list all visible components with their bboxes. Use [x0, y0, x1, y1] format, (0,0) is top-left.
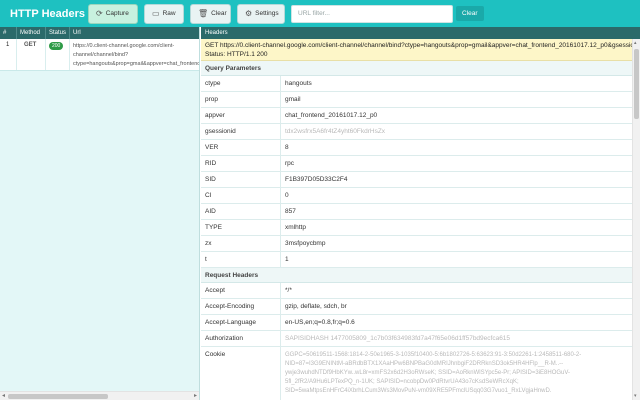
- kv-key: t: [201, 252, 281, 267]
- kv-value: 0: [285, 192, 289, 199]
- kv-value: chat_frontend_20161017.12_p0: [285, 112, 378, 119]
- scrollbar-thumb[interactable]: [8, 394, 108, 399]
- kv-value: 3msfpoycbmp: [285, 240, 326, 247]
- kv-key: Accept-Language: [201, 315, 281, 330]
- request-url: https://0.client-channel.google.com/clie…: [73, 43, 199, 67]
- request-row[interactable]: 1 GET 200 https://0.client-channel.googl…: [0, 39, 199, 71]
- kv-key: gsessionid: [201, 124, 281, 139]
- kv-row: VER 8: [201, 140, 640, 156]
- trash-icon: 🗑: [198, 9, 209, 18]
- kv-key: ctype: [201, 76, 281, 91]
- scroll-up-icon[interactable]: ▴: [634, 40, 637, 46]
- kv-key: CI: [201, 188, 281, 203]
- kv-row: appver chat_frontend_20161017.12_p0: [201, 108, 640, 124]
- scroll-left-icon[interactable]: ◂: [2, 392, 5, 399]
- kv-row: TYPE xmlhttp: [201, 220, 640, 236]
- request-method: GET: [17, 39, 46, 70]
- scroll-down-icon[interactable]: ▾: [634, 393, 637, 399]
- status-badge: 200: [49, 42, 64, 50]
- window-icon: ▭: [152, 9, 160, 18]
- kv-row: Cookie GGPC=50619511-1568:1814-2-50e1965-…: [201, 347, 640, 400]
- kv-row: SID F1B397D05D33C2F4: [201, 172, 640, 188]
- request-headers-table: Accept */* Accept-Encoding gzip, deflate, s…: [201, 283, 640, 400]
- query-parameters-title: Query Parameters: [201, 61, 640, 76]
- details-pane: Headers GET https://0.client-channel.goo…: [201, 27, 640, 400]
- kv-key: prop: [201, 92, 281, 107]
- kv-key: TYPE: [201, 220, 281, 235]
- kv-key: RID: [201, 156, 281, 171]
- gear-icon: ⚙: [245, 9, 253, 18]
- kv-key: VER: [201, 140, 281, 155]
- kv-value: 857: [285, 208, 296, 215]
- kv-value: SAPISIDHASH 1477005809_1c7b03f634983fd7a…: [285, 335, 511, 342]
- raw-label: Raw: [162, 10, 176, 17]
- kv-value: en-US,en;q=0.8,fr;q=0.6: [285, 319, 355, 326]
- request-summary: GET https://0.client-channel.google.com/…: [201, 39, 640, 61]
- kv-value: xmlhttp: [285, 224, 306, 231]
- capture-button[interactable]: ⟳ Capture: [88, 3, 138, 24]
- scrollbar-thumb[interactable]: [634, 49, 639, 119]
- kv-value: tdx2wsfrx5A6fr4tZ4yht60FkdrHsZx: [285, 128, 386, 135]
- kv-value: hangouts: [285, 80, 312, 87]
- kv-row: CI 0: [201, 188, 640, 204]
- toolbar: HTTP Headers ⟳ Capture ▭ Raw 🗑 Clear ⚙ S…: [0, 0, 640, 27]
- kv-key: Accept: [201, 283, 281, 298]
- horizontal-scrollbar[interactable]: ◂ ▸: [0, 391, 199, 400]
- query-parameters-table: ctype hangouts prop gmail appver chat_fronten…: [201, 76, 640, 268]
- vertical-scrollbar[interactable]: ▴ ▾: [632, 39, 640, 400]
- request-status-cell: 200: [46, 39, 70, 70]
- app-title: HTTP Headers: [10, 7, 85, 20]
- kv-value: rpc: [285, 160, 295, 167]
- kv-row: RID rpc: [201, 156, 640, 172]
- kv-value: gmail: [285, 96, 301, 103]
- status-line: Status: HTTP/1.1 200: [205, 51, 268, 58]
- kv-row: t1: [201, 252, 640, 268]
- column-method[interactable]: Method: [17, 27, 46, 39]
- kv-key: zx: [201, 236, 281, 251]
- details-header: Headers: [201, 27, 640, 39]
- column-number[interactable]: #: [0, 27, 17, 39]
- kv-row: ctype hangouts: [201, 76, 640, 92]
- kv-key: appver: [201, 108, 281, 123]
- kv-value: GGPC=50619511-1568:1814-2-50e1965-3-1035…: [285, 352, 582, 394]
- kv-key: SID: [201, 172, 281, 187]
- settings-label: Settings: [255, 10, 279, 17]
- kv-key: Authorization: [201, 331, 281, 346]
- request-line: GET https://0.client-channel.google.com/…: [205, 42, 636, 49]
- column-url[interactable]: Url: [70, 27, 199, 39]
- kv-value: F1B397D05D33C2F4: [285, 176, 348, 183]
- kv-value: */*: [285, 287, 292, 294]
- kv-row: zx 3msfpoycbmp: [201, 236, 640, 252]
- kv-row: Accept-Encoding gzip, deflate, sdch, br: [201, 299, 640, 315]
- clear-label: Clear: [211, 10, 227, 17]
- refresh-icon: ⟳: [96, 9, 103, 18]
- kv-value: gzip, deflate, sdch, br: [285, 303, 347, 310]
- kv-row: Accept */*: [201, 283, 640, 299]
- filter-clear-button[interactable]: Clear: [456, 6, 484, 21]
- kv-row: prop gmail: [201, 92, 640, 108]
- request-list-header: # Method Status Url: [0, 27, 199, 39]
- request-headers-title: Request Headers: [201, 268, 640, 283]
- kv-key: Cookie: [201, 347, 281, 400]
- kv-value: 1: [285, 256, 289, 263]
- url-filter-input[interactable]: [291, 4, 453, 23]
- clear-button[interactable]: 🗑 Clear: [190, 3, 231, 24]
- scroll-right-icon[interactable]: ▸: [194, 392, 197, 399]
- kv-value: 8: [285, 144, 289, 151]
- kv-row: Authorization SAPISIDHASH 1477005809_1c7b…: [201, 331, 640, 347]
- request-number: 1: [0, 39, 17, 70]
- request-list-pane: # Method Status Url 1 GET 200 https://0.…: [0, 27, 200, 400]
- kv-row: gsessionid tdx2wsfrx5A6fr4tZ4yht60FkdrHsZ…: [201, 124, 640, 140]
- kv-key: AID: [201, 204, 281, 219]
- capture-label: Capture: [105, 10, 129, 17]
- kv-row: Accept-Language en-US,en;q=0.8,fr;q=0.6: [201, 315, 640, 331]
- column-status[interactable]: Status: [46, 27, 70, 39]
- settings-button[interactable]: ⚙ Settings: [237, 3, 285, 24]
- request-list-empty-area: [0, 71, 199, 391]
- kv-key: Accept-Encoding: [201, 299, 281, 314]
- raw-button[interactable]: ▭ Raw: [144, 3, 184, 24]
- kv-row: AID 857: [201, 204, 640, 220]
